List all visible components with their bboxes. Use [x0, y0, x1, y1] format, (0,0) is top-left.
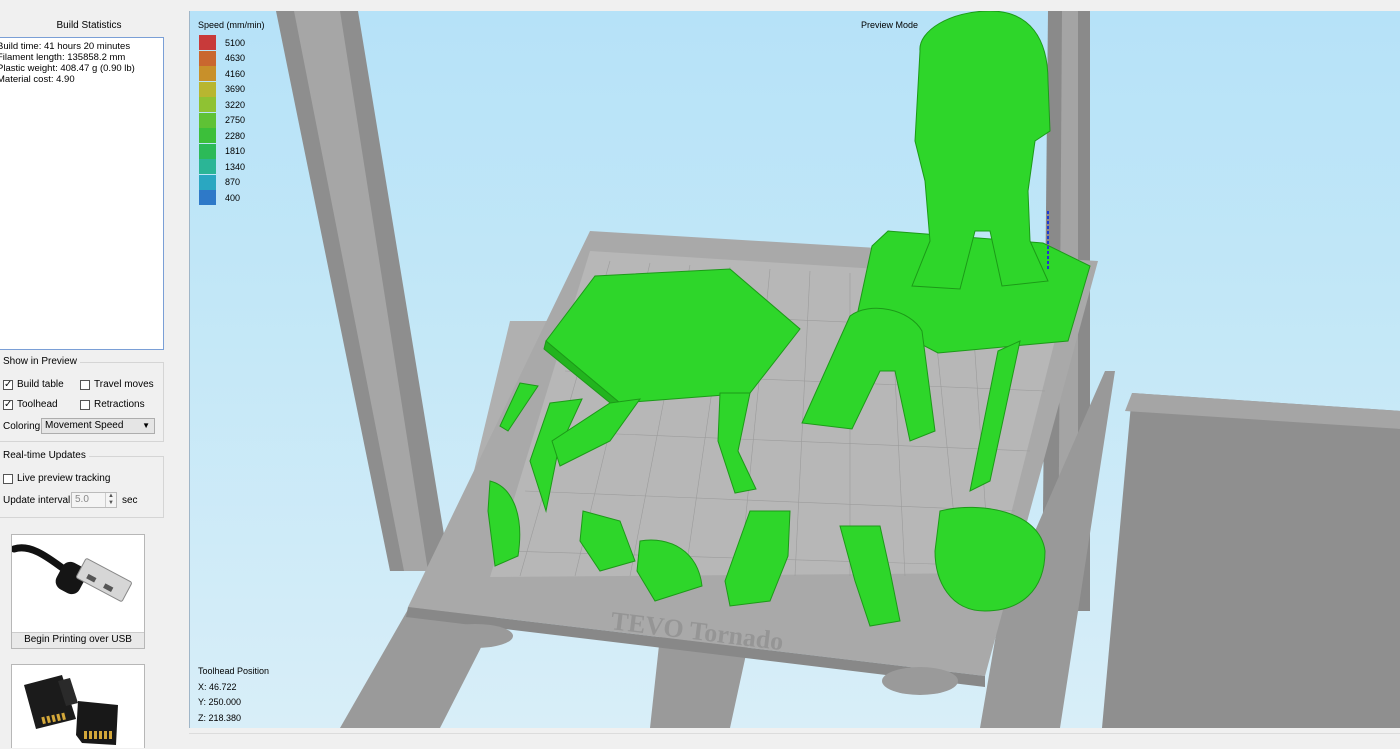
toolhead-position-title: Toolhead Position: [198, 666, 270, 676]
spinner-arrows-icon[interactable]: ▲ ▼: [105, 493, 116, 507]
legend-swatch: [199, 112, 216, 128]
toolhead-position: Toolhead Position X: 46.722 Y: 250.000 Z…: [198, 664, 269, 726]
legend-swatch: [199, 159, 216, 174]
toolhead-x: X: 46.722: [198, 681, 237, 692]
legend-value: 1340: [225, 161, 246, 172]
realtime-updates-group: [0, 456, 164, 518]
travel-moves-label: Travel moves: [94, 379, 154, 390]
speed-legend-title: Speed (mm/min): [198, 20, 265, 30]
cube-object: [1102, 393, 1400, 728]
begin-printing-usb-label: Begin Printing over USB: [12, 632, 144, 648]
usb-cable-icon: [10, 544, 132, 602]
update-interval-input[interactable]: 5.0 ▲ ▼: [71, 492, 117, 508]
legend-value: 5100: [225, 37, 246, 48]
legend-row: 400: [199, 190, 240, 205]
live-preview-tracking-checkbox[interactable]: Live preview tracking: [3, 473, 110, 484]
build-table-checkbox[interactable]: Build table: [3, 379, 64, 390]
update-interval-value: 5.0: [75, 494, 89, 505]
legend-row: 2750: [199, 112, 246, 128]
toolhead-check-icon: [3, 399, 13, 410]
sd-card-print-button[interactable]: [11, 664, 145, 748]
bottom-tab-bar: [189, 733, 1400, 749]
sd-card-icon: [24, 675, 118, 745]
preview-mode-label: Preview Mode: [861, 20, 919, 30]
legend-swatch: [199, 190, 216, 205]
travel-moves-check-icon: [80, 379, 90, 390]
3d-preview-viewport[interactable]: TEVO Tornado Speed (mm/min) 5100 4630 4160…: [189, 11, 1400, 728]
legend-swatch: [199, 50, 216, 66]
update-interval-unit: sec: [122, 495, 138, 506]
legend-row: 1340: [199, 159, 245, 174]
update-interval-label: Update interval: [3, 495, 71, 506]
legend-row: 3690: [199, 81, 246, 97]
retractions-check-icon: [80, 399, 90, 410]
live-tracking-label: Live preview tracking: [17, 473, 111, 484]
build-time-text: Build time: 41 hours 20 minutes: [0, 41, 131, 52]
build-statistics-box: Build time: 41 hours 20 minutes Filament…: [0, 37, 164, 350]
left-panel: Build Statistics Build time: 41 hours 20…: [0, 0, 178, 748]
realtime-updates-title: Real-time Updates: [0, 450, 89, 461]
toolhead-y: Y: 250.000: [198, 697, 242, 707]
legend-value: 4630: [225, 53, 246, 63]
legend-row: 5100: [199, 35, 245, 50]
build-table-label: Build table: [17, 379, 64, 390]
legend-swatch: [199, 174, 216, 190]
material-cost-text: Material cost: 4.90: [0, 74, 75, 85]
legend-row: 2280: [199, 128, 245, 143]
legend-value: 3220: [225, 99, 246, 110]
plastic-weight-text: Plastic weight: 408.47 g (0.90 lb): [0, 63, 135, 74]
legend-value: 3690: [225, 84, 246, 94]
show-in-preview-title: Show in Preview: [0, 356, 80, 367]
retractions-label: Retractions: [94, 399, 145, 410]
toolhead-label: Toolhead: [17, 399, 58, 410]
coloring-label: Coloring: [3, 421, 41, 432]
legend-value: 1810: [225, 146, 246, 156]
build-table-check-icon: [3, 379, 13, 390]
legend-row: 4630: [199, 50, 246, 66]
toolhead-checkbox[interactable]: Toolhead: [3, 399, 58, 410]
legend-row: 4160: [199, 66, 245, 81]
legend-value: 2280: [225, 130, 246, 141]
build-statistics-title: Build Statistics: [56, 20, 122, 31]
legend-swatch: [199, 66, 216, 81]
legend-swatch: [199, 97, 216, 112]
live-tracking-check-icon: [3, 473, 13, 484]
dropdown-arrow-icon: ▼: [142, 421, 150, 430]
filament-length-text: Filament length: 135858.2 mm: [0, 52, 126, 63]
begin-printing-usb-button[interactable]: Begin Printing over USB: [10, 534, 145, 649]
print-preview-scene: TEVO Tornado: [276, 11, 1400, 728]
coloring-select[interactable]: Movement Speed ▼: [41, 418, 155, 434]
coloring-value: Movement Speed: [45, 420, 124, 431]
legend-row: 3220: [199, 97, 245, 112]
legend-row: 870: [199, 174, 241, 190]
toolhead-z: Z: 218.380: [198, 712, 242, 723]
legend-swatch: [199, 128, 216, 143]
travel-moves-checkbox[interactable]: Travel moves: [80, 379, 154, 390]
legend-value: 400: [225, 192, 241, 203]
legend-swatch: [199, 143, 216, 159]
legend-swatch: [199, 35, 216, 50]
legend-value: 2750: [225, 115, 246, 125]
legend-swatch: [199, 81, 216, 97]
legend-row: 1810: [199, 143, 246, 159]
retractions-checkbox[interactable]: Retractions: [80, 399, 145, 410]
legend-value: 4160: [225, 68, 246, 79]
legend-value: 870: [225, 177, 241, 187]
